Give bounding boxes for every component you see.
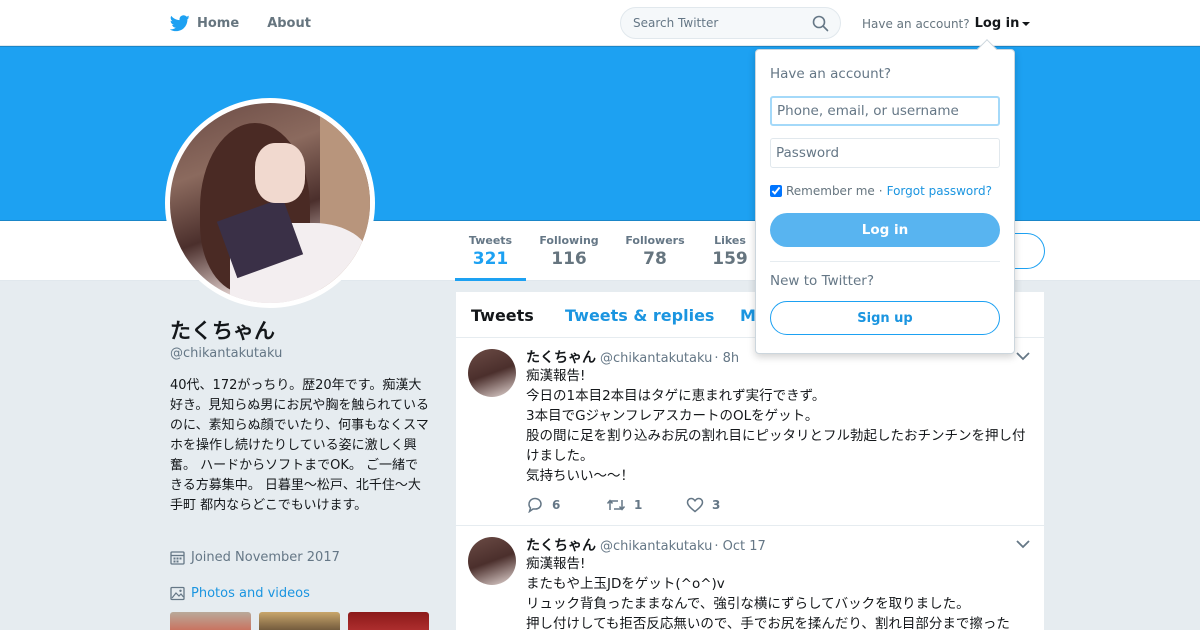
media-thumbnail[interactable]	[348, 612, 429, 630]
avatar-face	[255, 143, 305, 203]
tweet-line: 気持ちいい〜〜！	[526, 468, 634, 484]
login-dropdown-toggle[interactable]: Log in	[975, 16, 1031, 31]
login-area: Have an account? Log in	[862, 16, 1031, 31]
media-thumbnail[interactable]	[259, 612, 340, 630]
tweet-line: 3本目でGジャンフレアスカートのOLをゲット。	[526, 408, 819, 424]
search-box	[620, 7, 841, 39]
stat-value: 78	[643, 249, 667, 269]
separator-dot: ·	[878, 184, 883, 198]
chevron-down-icon[interactable]	[1016, 352, 1030, 361]
reply-count: 6	[552, 498, 561, 512]
username-field[interactable]	[770, 96, 1000, 126]
top-nav: Home About Have an account? Log in	[0, 0, 1200, 46]
profile-avatar[interactable]	[165, 98, 375, 308]
retweet-count: 1	[634, 498, 643, 512]
heart-icon	[686, 497, 704, 513]
tweet-line: 股の間に足を割り込みお尻の割れ目にピッタリとフル勃起したおチンチンを押し付けまし…	[526, 428, 1026, 464]
profile-handle[interactable]: @chikantakutaku	[170, 346, 282, 361]
nav-home[interactable]: Home	[170, 14, 240, 32]
retweet-button[interactable]: 1	[606, 497, 686, 513]
tab-tweets-replies[interactable]: Tweets & replies	[565, 306, 714, 325]
like-count: 3	[712, 498, 721, 512]
remember-label[interactable]: Remember me	[786, 184, 875, 198]
stat-label: Likes	[714, 234, 746, 247]
nav-about-label: About	[267, 15, 311, 31]
search-input[interactable]	[621, 8, 801, 38]
tweet[interactable]: たくちゃん @chikantakutaku · 8h 痴漢報告! 今日の1本目2…	[456, 339, 1044, 526]
new-to-twitter-text: New to Twitter?	[770, 273, 874, 289]
tweet-line: 押し付けしても拒否反応無いので、手でお尻を揉んだり、割れ目部分まで擦った	[526, 616, 1010, 630]
stat-value: 159	[712, 249, 748, 269]
stat-value: 321	[472, 249, 509, 269]
forgot-password-link[interactable]: Forgot password?	[887, 184, 992, 198]
divider	[770, 261, 1000, 262]
media-thumbnail[interactable]	[170, 612, 251, 630]
stat-following[interactable]: Following 116	[537, 221, 601, 281]
caret-down-icon	[1022, 21, 1031, 26]
tweet-header: たくちゃん @chikantakutaku · 8h	[526, 347, 739, 367]
have-account-text: Have an account?	[862, 16, 970, 31]
stat-followers[interactable]: Followers 78	[623, 221, 687, 281]
tweet-author-handle[interactable]: @chikantakutaku	[600, 539, 712, 554]
stat-label: Following	[539, 234, 599, 247]
dropdown-title: Have an account?	[770, 66, 892, 82]
tweet-avatar[interactable]	[468, 537, 516, 585]
tweet-timestamp[interactable]: · 8h	[714, 351, 739, 366]
tweet-timestamp[interactable]: · Oct 17	[714, 539, 765, 554]
like-button[interactable]: 3	[686, 497, 766, 513]
stat-label: Tweets	[468, 234, 513, 247]
reply-icon	[528, 497, 542, 513]
tweet-avatar[interactable]	[468, 349, 516, 397]
photos-videos-link[interactable]: Photos and videos	[170, 586, 310, 601]
login-dropdown: Have an account? Remember me · Forgot pa…	[755, 39, 1015, 354]
tweet-author-name[interactable]: たくちゃん	[526, 347, 596, 367]
nav-left: Home About	[170, 0, 339, 46]
tweet-line: またもや上玉JDをゲット(^o^)v	[526, 576, 725, 592]
tweet-line: 痴漢報告!	[526, 368, 586, 384]
tweet[interactable]: たくちゃん @chikantakutaku · Oct 17 痴漢報告! またも…	[456, 527, 1044, 630]
stat-value: 116	[551, 249, 587, 269]
remember-checkbox[interactable]	[770, 185, 782, 197]
login-link-label: Log in	[974, 16, 1020, 31]
tweet-line: 今日の1本目2本目はタゲに恵まれず実行できず。	[526, 388, 826, 404]
tab-tweets[interactable]: Tweets	[471, 306, 534, 325]
avatar-image	[170, 103, 370, 303]
twitter-bird-icon	[170, 14, 190, 31]
tweet-header: たくちゃん @chikantakutaku · Oct 17	[526, 535, 766, 555]
joined-text: Joined November 2017	[191, 550, 340, 565]
chevron-down-icon[interactable]	[1016, 540, 1030, 549]
stat-tweets[interactable]: Tweets 321	[455, 221, 526, 281]
tweet-line: 痴漢報告!	[526, 556, 586, 572]
tweet-actions: 6 1 3	[526, 497, 766, 513]
nav-about[interactable]: About	[267, 16, 311, 31]
signup-button[interactable]: Sign up	[770, 301, 1000, 335]
profile-bio: 40代、172がっちり。歴20年です。痴漢大好き。見知らぬ男にお尻や胸を触られて…	[170, 378, 429, 513]
tweet-text: 痴漢報告! またもや上玉JDをゲット(^o^)v リュック背負ったままなんで、強…	[526, 554, 1036, 630]
profile-name[interactable]: たくちゃん	[170, 315, 275, 345]
search-icon[interactable]	[812, 15, 829, 32]
login-button[interactable]: Log in	[770, 213, 1000, 247]
retweet-icon	[606, 499, 626, 511]
stat-likes[interactable]: Likes 159	[710, 221, 750, 281]
tweet-author-name[interactable]: たくちゃん	[526, 535, 596, 555]
password-field[interactable]	[770, 138, 1000, 168]
tweet-line: リュック背負ったままなんで、強引な横にずらしてバックを取りました。	[526, 596, 970, 612]
tweet-author-handle[interactable]: @chikantakutaku	[600, 351, 712, 366]
tweet-text: 痴漢報告! 今日の1本目2本目はタゲに恵まれず実行できず。 3本目でGジャンフレ…	[526, 366, 1036, 486]
image-icon	[170, 586, 185, 601]
nav-home-label: Home	[197, 15, 240, 31]
photos-videos-label: Photos and videos	[191, 586, 310, 601]
calendar-icon	[170, 551, 185, 565]
reply-button[interactable]: 6	[526, 497, 606, 513]
profile-joined: Joined November 2017	[170, 550, 340, 565]
tab-media[interactable]: M	[740, 306, 756, 325]
remember-row: Remember me · Forgot password?	[770, 184, 992, 198]
stat-label: Followers	[625, 234, 685, 247]
